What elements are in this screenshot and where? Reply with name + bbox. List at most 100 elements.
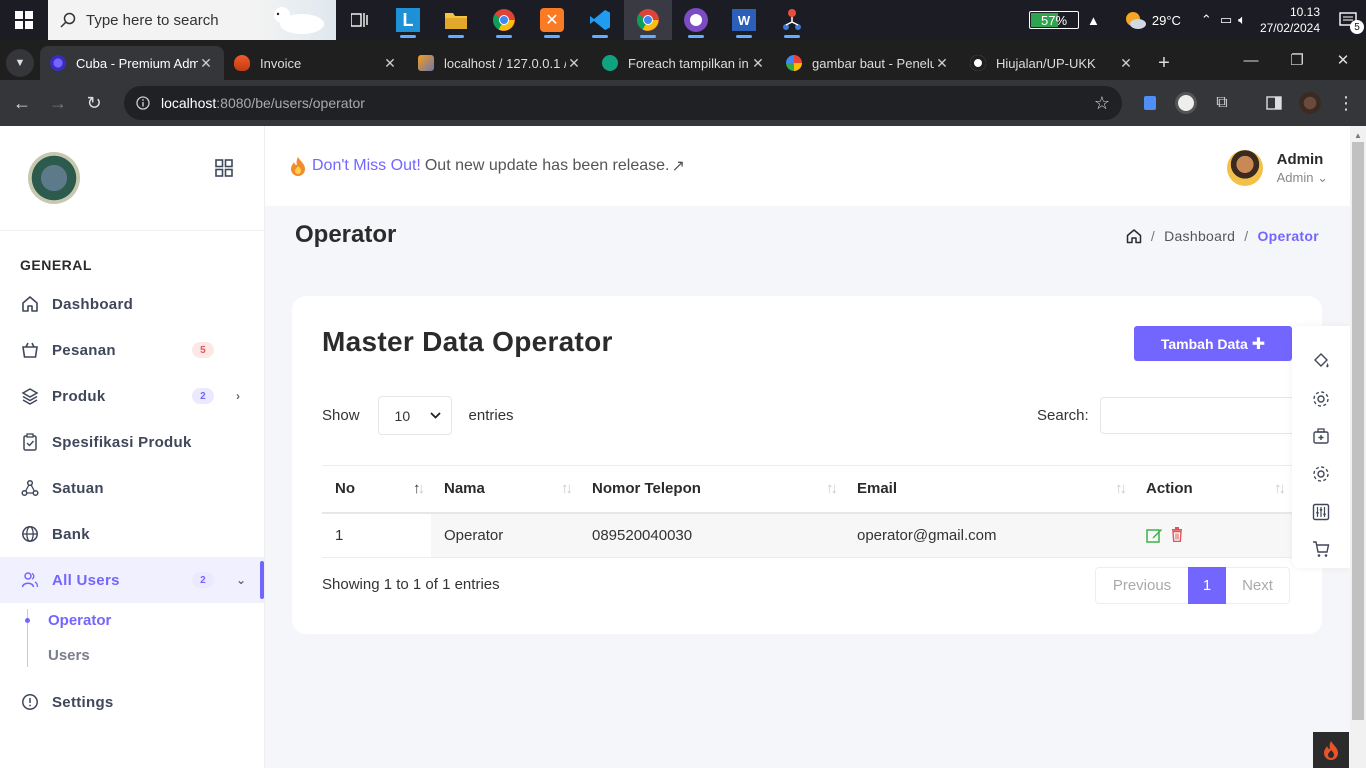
chevron-up-icon[interactable]: ⌃ bbox=[1201, 12, 1212, 28]
profile-avatar-icon[interactable] bbox=[1292, 92, 1328, 114]
browser-tab[interactable]: Invoice ✕ bbox=[224, 46, 408, 80]
close-tab-icon[interactable]: ✕ bbox=[750, 55, 766, 72]
column-header-action[interactable]: Action ↑↓ bbox=[1133, 465, 1292, 514]
column-header-nama[interactable]: Nama ↑↓ bbox=[431, 465, 579, 514]
scrollbar-thumb[interactable] bbox=[1352, 142, 1364, 720]
tab-title: Hiujalan/UP-UKK bbox=[996, 55, 1096, 71]
battery-indicator[interactable]: 57% bbox=[1029, 11, 1079, 29]
browser-tab-active[interactable]: Cuba - Premium Adm ✕ bbox=[40, 46, 224, 80]
forward-arrow-icon[interactable]: → bbox=[40, 93, 76, 114]
first-aid-box-icon[interactable] bbox=[1312, 417, 1330, 455]
browser-tab[interactable]: localhost / 127.0.0.1 / ✕ bbox=[408, 46, 592, 80]
column-header-no[interactable]: No ↑↓ bbox=[322, 465, 431, 514]
sidebar-item-bank[interactable]: Bank bbox=[0, 511, 264, 557]
page-title: Operator bbox=[295, 221, 397, 248]
browser-tab[interactable]: Hiujalan/UP-UKK ✕ bbox=[960, 46, 1144, 80]
reload-icon[interactable]: ↻ bbox=[76, 93, 112, 114]
close-tab-icon[interactable]: ✕ bbox=[382, 55, 398, 72]
chrome-icon[interactable] bbox=[480, 0, 528, 40]
grid-menu-icon[interactable] bbox=[215, 159, 233, 177]
users-icon bbox=[20, 571, 40, 589]
page-1-button[interactable]: 1 bbox=[1188, 567, 1226, 604]
browser-tab[interactable]: gambar baut - Penelu ✕ bbox=[776, 46, 960, 80]
sidebar-item-all-users[interactable]: All Users 2 ⌄ bbox=[0, 557, 264, 603]
page-scrollbar[interactable]: ▲ bbox=[1350, 126, 1366, 768]
browser-tab[interactable]: Foreach tampilkan in ✕ bbox=[592, 46, 776, 80]
side-panel-icon[interactable] bbox=[1256, 96, 1292, 110]
vscode-icon[interactable] bbox=[576, 0, 624, 40]
file-explorer-icon[interactable] bbox=[432, 0, 480, 40]
notification-center-icon[interactable]: 5 bbox=[1330, 12, 1366, 34]
extension-circle-icon[interactable] bbox=[1168, 92, 1204, 114]
git-tool-icon[interactable] bbox=[768, 0, 816, 40]
xampp-icon[interactable]: ✕ bbox=[528, 0, 576, 40]
codeigniter-debug-toolbar-icon[interactable] bbox=[1313, 732, 1349, 768]
table-header-row: No ↑↓ Nama ↑↓ Nomor Telepon ↑↓ Email ↑↓ Acti… bbox=[322, 465, 1292, 514]
minimize-window-icon[interactable]: — bbox=[1228, 52, 1274, 69]
address-bar[interactable]: localhost:8080/be/users/operator ☆ bbox=[124, 86, 1122, 120]
close-tab-icon[interactable]: ✕ bbox=[934, 55, 950, 72]
submenu-item-users[interactable]: Users bbox=[48, 638, 264, 673]
operator-data-card: Master Data Operator Tambah Data ✚ Show … bbox=[292, 296, 1322, 634]
next-page-button[interactable]: Next bbox=[1226, 568, 1289, 603]
app-logo[interactable] bbox=[28, 152, 80, 204]
sidebar-item-pesanan[interactable]: Pesanan 5 bbox=[0, 327, 264, 373]
weather-cloud-sun-icon[interactable] bbox=[1124, 11, 1146, 29]
word-icon[interactable]: W bbox=[720, 0, 768, 40]
cell-nama: Operator bbox=[431, 512, 579, 558]
bookmark-star-icon[interactable]: ☆ bbox=[1094, 93, 1110, 114]
restore-window-icon[interactable]: ❐ bbox=[1274, 51, 1320, 69]
update-notice[interactable]: Don't Miss Out! Out new update has been … bbox=[290, 156, 685, 176]
entries-select[interactable]: 10 bbox=[377, 396, 452, 435]
search-input[interactable] bbox=[1099, 397, 1295, 434]
clock[interactable]: 10.13 27/02/2024 bbox=[1260, 4, 1320, 36]
edit-icon[interactable] bbox=[1146, 527, 1163, 544]
column-header-email[interactable]: Email ↑↓ bbox=[844, 465, 1133, 514]
logo-area bbox=[0, 126, 264, 231]
chatgpt-favicon-icon bbox=[602, 55, 618, 71]
extensions-puzzle-icon[interactable]: ⧉ bbox=[1204, 94, 1240, 112]
tambah-data-button[interactable]: Tambah Data ✚ bbox=[1134, 326, 1292, 361]
github-desktop-icon[interactable] bbox=[672, 0, 720, 40]
sidebar: GENERAL Dashboard Pesanan 5 Produk 2 › S… bbox=[0, 126, 265, 768]
gear-icon[interactable] bbox=[1312, 380, 1330, 418]
sidebar-item-satuan[interactable]: Satuan bbox=[0, 465, 264, 511]
taskbar-search-placeholder: Type here to search bbox=[86, 11, 219, 29]
settings-gear-icon[interactable] bbox=[1312, 455, 1330, 493]
windows-start-icon[interactable] bbox=[0, 0, 48, 40]
extension-docs-icon[interactable] bbox=[1132, 96, 1168, 110]
scroll-up-arrow-icon[interactable]: ▲ bbox=[1354, 131, 1362, 140]
weather-temperature[interactable]: 29°C bbox=[1152, 13, 1181, 28]
paint-bucket-icon[interactable] bbox=[1312, 342, 1330, 380]
previous-page-button[interactable]: Previous bbox=[1096, 568, 1188, 603]
breadcrumb-dashboard[interactable]: Dashboard bbox=[1164, 228, 1235, 244]
shopping-cart-icon[interactable] bbox=[1312, 530, 1330, 568]
submenu-item-operator[interactable]: Operator bbox=[25, 603, 264, 638]
sliders-icon[interactable] bbox=[1312, 493, 1330, 531]
sidebar-item-spesifikasi-produk[interactable]: Spesifikasi Produk bbox=[0, 419, 264, 465]
close-tab-icon[interactable]: ✕ bbox=[566, 55, 582, 72]
back-arrow-icon[interactable]: ← bbox=[4, 93, 40, 114]
tab-search-chevron-icon[interactable]: ▼ bbox=[6, 49, 34, 77]
browser-menu-icon[interactable]: ⋮ bbox=[1328, 93, 1364, 114]
user-profile-menu[interactable]: Admin Admin ⌄ bbox=[1226, 150, 1328, 186]
chrome-active-icon[interactable] bbox=[624, 0, 672, 40]
chevron-right-icon: › bbox=[236, 389, 241, 403]
site-info-icon[interactable] bbox=[136, 96, 150, 110]
column-header-nomor-telepon[interactable]: Nomor Telepon ↑↓ bbox=[579, 465, 844, 514]
fire-icon bbox=[290, 156, 306, 176]
sidebar-item-produk[interactable]: Produk 2 › bbox=[0, 373, 264, 419]
taskbar-search-box[interactable]: Type here to search bbox=[48, 0, 336, 40]
task-view-icon[interactable] bbox=[336, 0, 384, 40]
new-tab-plus-icon[interactable]: + bbox=[1144, 46, 1184, 80]
trash-icon[interactable] bbox=[1171, 527, 1183, 544]
sidebar-item-settings[interactable]: Settings bbox=[0, 679, 264, 725]
lapce-app-icon[interactable]: L bbox=[384, 0, 432, 40]
sidebar-item-dashboard[interactable]: Dashboard bbox=[0, 281, 264, 327]
close-tab-icon[interactable]: ✕ bbox=[198, 55, 214, 72]
close-tab-icon[interactable]: ✕ bbox=[1118, 55, 1134, 72]
breadcrumb-home-icon[interactable] bbox=[1126, 228, 1142, 244]
close-window-icon[interactable]: ✕ bbox=[1320, 51, 1366, 69]
network-icon[interactable]: ▭ bbox=[1220, 12, 1232, 28]
volume-icon[interactable]: 🔈︎ bbox=[1238, 12, 1246, 28]
